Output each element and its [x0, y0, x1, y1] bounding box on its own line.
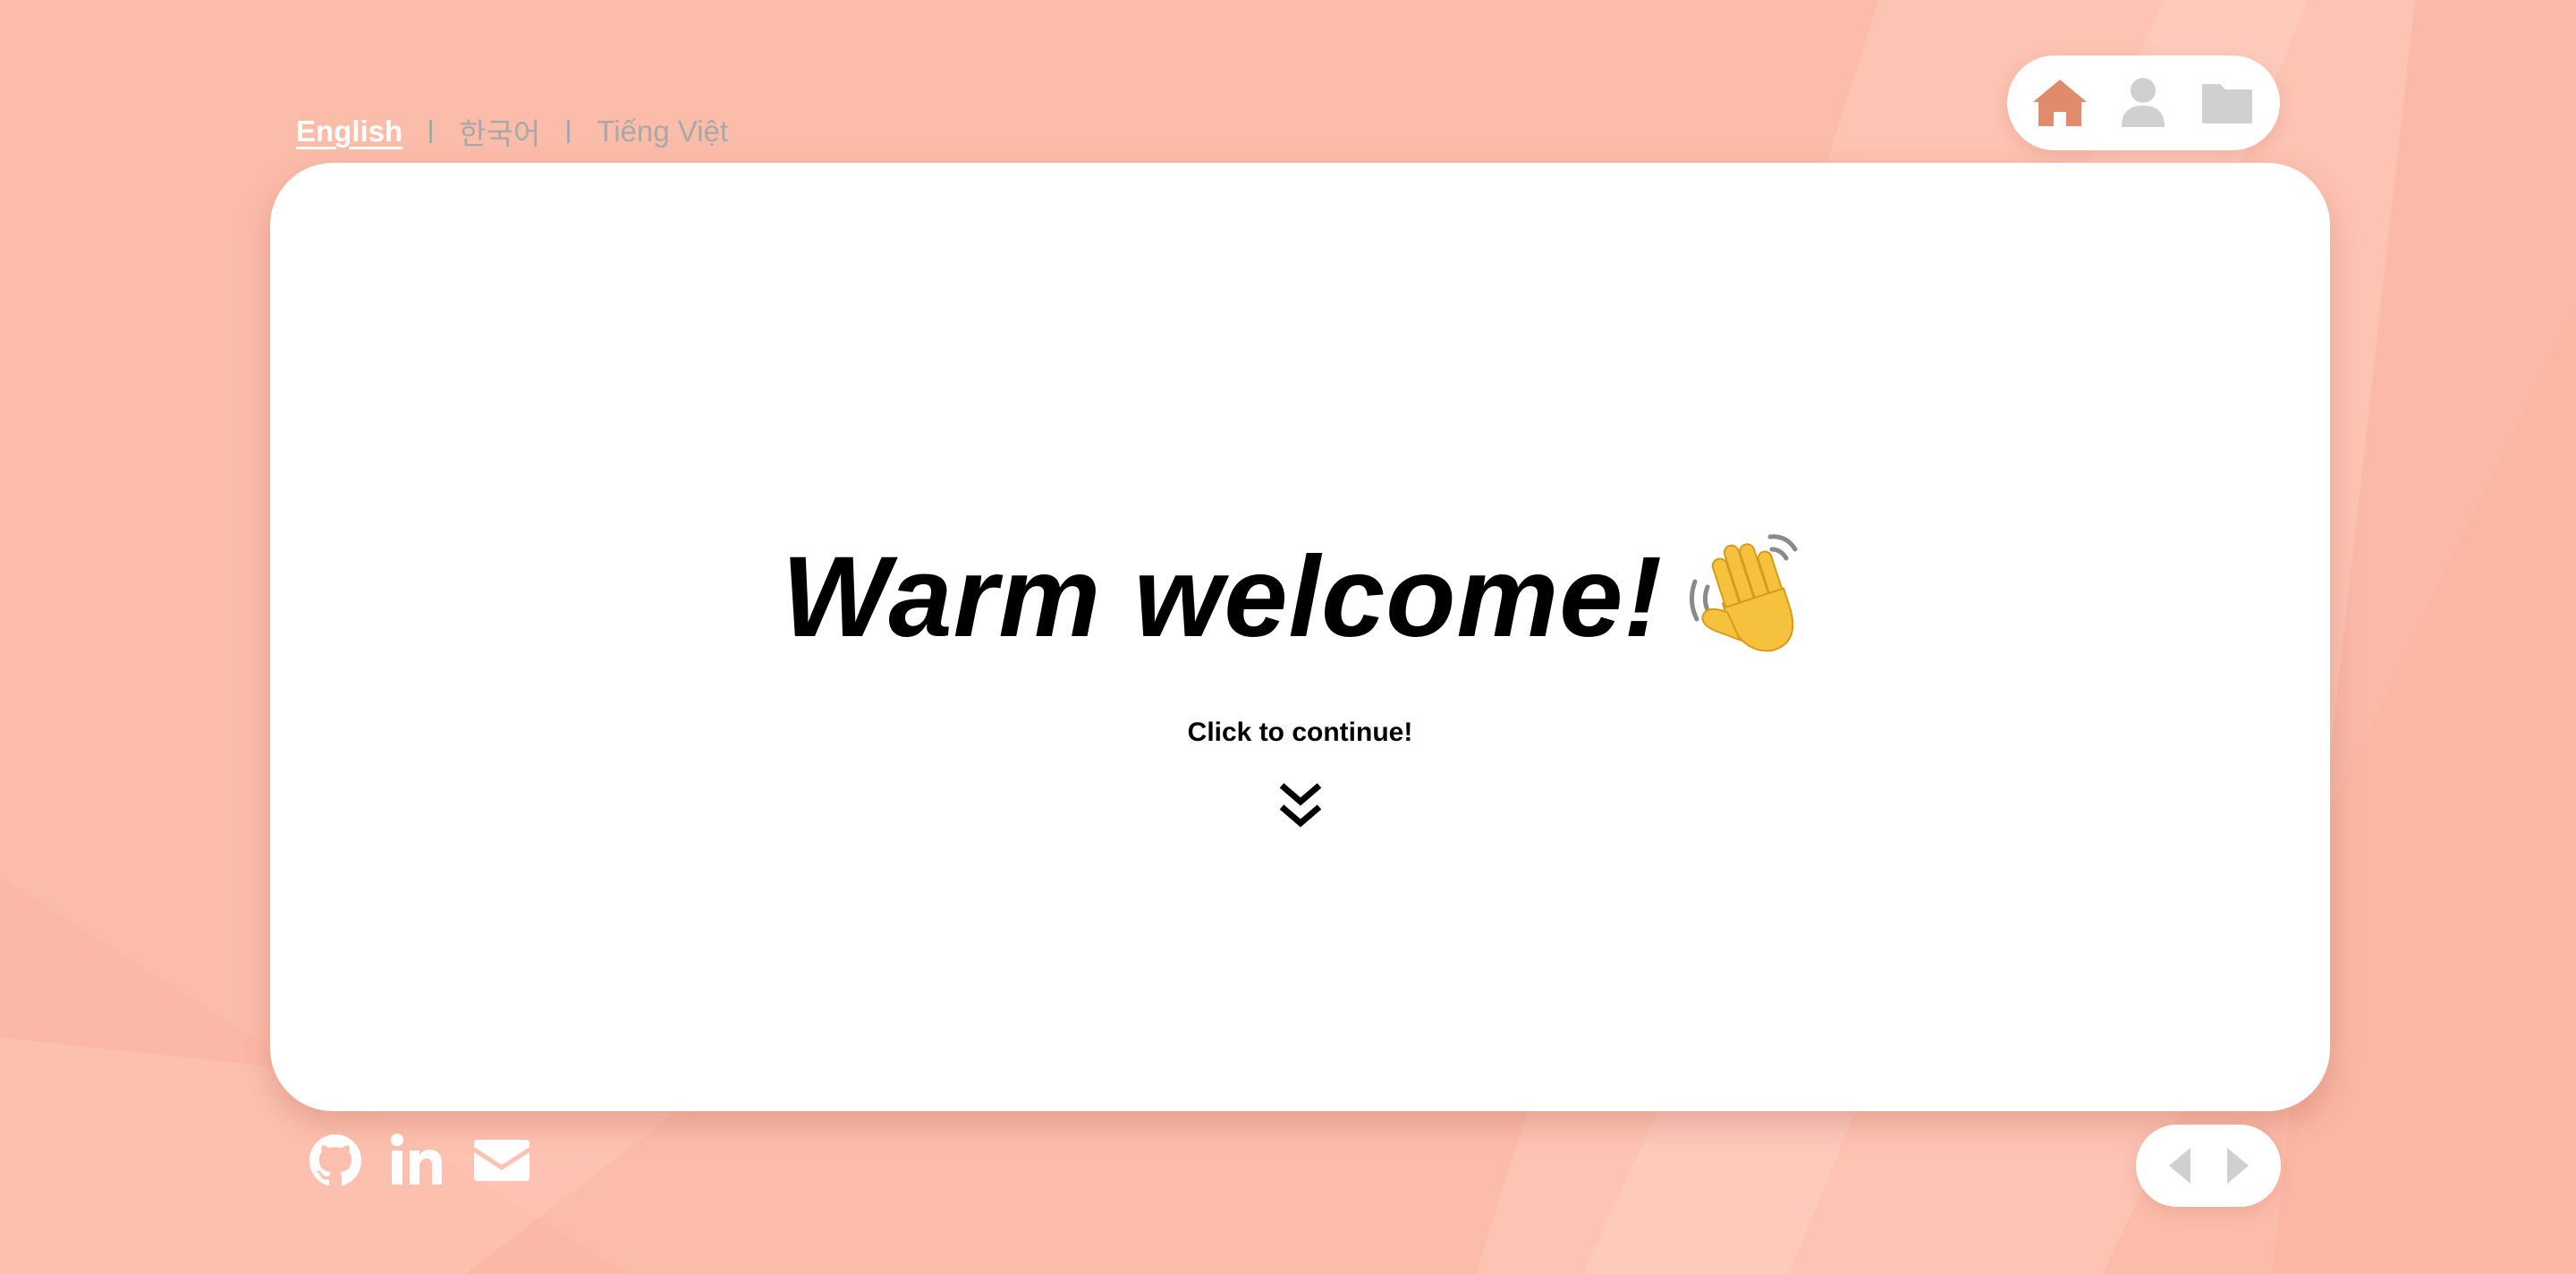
arrow-left-icon [2168, 1148, 2190, 1184]
home-icon [2032, 80, 2087, 126]
github-icon [309, 1134, 361, 1186]
nav-projects-button[interactable] [2195, 71, 2259, 135]
nav-home-button[interactable] [2028, 71, 2092, 135]
github-link[interactable] [308, 1133, 363, 1188]
welcome-card[interactable]: Warm welcome! Click to continue! [270, 163, 2330, 1111]
email-link[interactable] [472, 1138, 531, 1183]
continue-label[interactable]: Click to continue! [270, 718, 2330, 748]
language-vietnamese[interactable]: Tiếng Việt [597, 115, 728, 149]
language-divider [429, 120, 433, 143]
mail-icon [474, 1140, 530, 1181]
page-navigation [2136, 1125, 2281, 1207]
language-selector: English 한국어 Tiếng Việt [296, 109, 728, 154]
nav-about-button[interactable] [2111, 71, 2175, 135]
linkedin-link[interactable] [390, 1133, 445, 1188]
language-korean[interactable]: 한국어 [459, 110, 540, 153]
next-page-button[interactable] [2217, 1139, 2258, 1193]
welcome-title: Warm welcome! [781, 532, 1664, 661]
arrow-right-icon [2226, 1148, 2249, 1184]
welcome-heading-row: Warm welcome! [270, 525, 2330, 668]
language-english[interactable]: English [296, 115, 402, 149]
language-divider [567, 120, 571, 143]
previous-page-button[interactable] [2159, 1139, 2200, 1193]
user-icon [2122, 78, 2165, 127]
folder-icon [2202, 84, 2253, 123]
top-nav [2007, 55, 2280, 150]
social-links [308, 1129, 531, 1192]
linkedin-icon [391, 1134, 442, 1185]
chevron-double-down-icon[interactable] [1276, 780, 1325, 834]
waving-hand-icon [1690, 534, 1798, 652]
